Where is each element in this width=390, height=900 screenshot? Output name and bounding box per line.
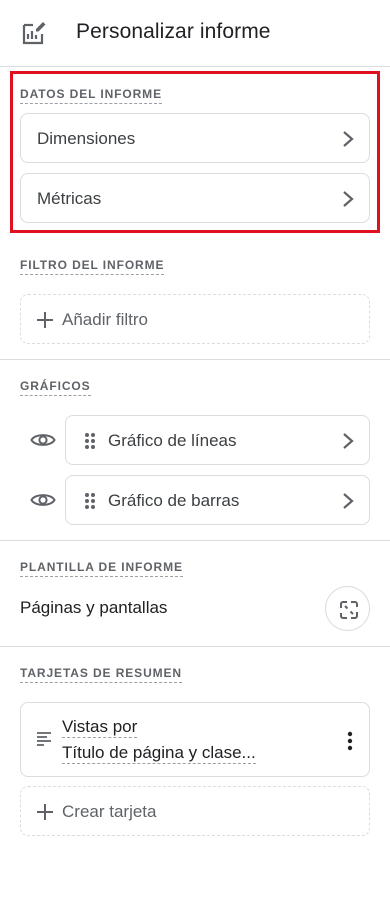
unlink-icon xyxy=(340,601,358,619)
bar-chart-item[interactable]: Gráfico de barras xyxy=(65,475,370,525)
add-filter-label: Añadir filtro xyxy=(62,310,148,329)
header: Personalizar informe xyxy=(0,0,390,66)
report-data-label: DATOS DEL INFORME xyxy=(20,87,162,104)
page-title: Personalizar informe xyxy=(76,20,271,43)
chevron-right-icon xyxy=(343,191,354,207)
template-name: Páginas y pantallas xyxy=(20,598,168,617)
plus-icon xyxy=(37,804,53,820)
line-chart-label: Gráfico de líneas xyxy=(108,431,237,450)
chart-edit-icon xyxy=(22,22,46,45)
unlink-template-button[interactable] xyxy=(325,586,370,631)
summary-card[interactable]: Vistas por Título de página y clase... xyxy=(20,702,370,777)
eye-icon[interactable] xyxy=(30,491,56,509)
chevron-right-icon xyxy=(343,131,354,147)
chevron-right-icon xyxy=(343,493,354,509)
metrics-label: Métricas xyxy=(37,189,102,208)
create-card-button[interactable]: Crear tarjeta xyxy=(20,786,370,836)
report-filter-label: FILTRO DEL INFORME xyxy=(20,258,165,275)
summary-card-title-line2: Título de página y clase... xyxy=(62,743,256,764)
line-chart-item[interactable]: Gráfico de líneas xyxy=(65,415,370,465)
summary-cards-label: TARJETAS DE RESUMEN xyxy=(20,666,183,683)
divider xyxy=(0,646,390,647)
divider xyxy=(0,359,390,360)
charts-label: GRÁFICOS xyxy=(20,379,91,396)
lines-icon xyxy=(37,732,51,746)
metrics-item[interactable]: Métricas xyxy=(20,173,370,223)
create-card-label: Crear tarjeta xyxy=(62,802,157,821)
add-filter-button[interactable]: Añadir filtro xyxy=(20,294,370,344)
divider xyxy=(0,540,390,541)
report-template-label: PLANTILLA DE INFORME xyxy=(20,560,183,577)
chevron-right-icon xyxy=(343,433,354,449)
drag-handle-icon[interactable] xyxy=(84,432,96,450)
divider xyxy=(0,66,390,67)
dimensions-item[interactable]: Dimensiones xyxy=(20,113,370,163)
dimensions-label: Dimensiones xyxy=(37,129,136,148)
bar-chart-label: Gráfico de barras xyxy=(108,491,240,510)
summary-card-title-line1: Vistas por xyxy=(62,717,138,738)
plus-icon xyxy=(37,312,53,328)
drag-handle-icon[interactable] xyxy=(84,492,96,510)
eye-icon[interactable] xyxy=(30,431,56,449)
more-vert-icon[interactable] xyxy=(347,731,353,751)
